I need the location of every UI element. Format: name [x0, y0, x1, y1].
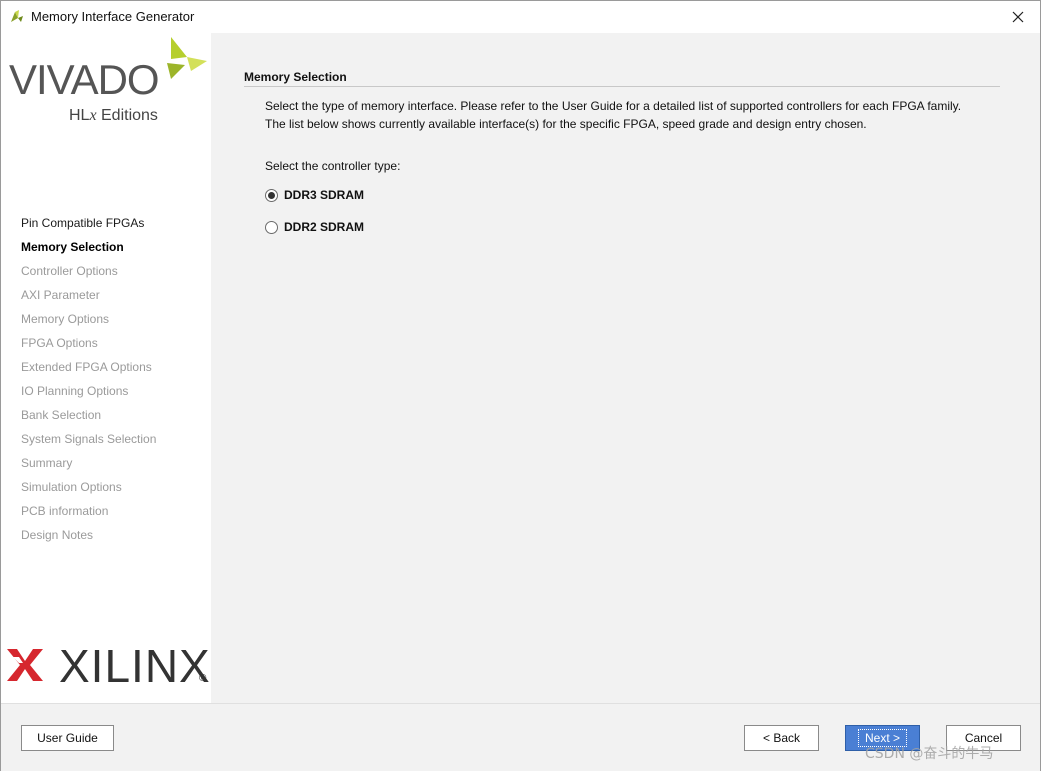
xilinx-logo: XILINX ® [5, 643, 210, 693]
wizard-step-item: Controller Options [21, 264, 118, 278]
xilinx-x-icon [7, 649, 43, 681]
vivado-leaf-icon [167, 37, 207, 79]
watermark: CSDN @奋斗的牛马 [865, 746, 994, 762]
close-button[interactable] [996, 1, 1040, 33]
back-button[interactable]: < Back [744, 725, 819, 751]
radio-label-ddr2: DDR2 SDRAM [284, 220, 365, 234]
wizard-step-item[interactable]: Memory Selection [21, 239, 156, 263]
wizard-step-item: Design Notes [21, 528, 94, 542]
wizard-step-item: Summary [21, 456, 73, 470]
wizard-step-item: Extended FPGA Options [21, 360, 152, 374]
wizard-step-item: AXI Parameter [21, 288, 100, 302]
registered-mark: ® [199, 673, 207, 684]
hlx-prefix: HL [69, 107, 90, 124]
wizard-step-item: PCB information [21, 504, 109, 518]
radio-selected-dot [268, 191, 275, 199]
dialog-window: Memory Interface Generator VIVADO HLx Ed… [0, 0, 1041, 771]
hlx-editions-wordmark: HLx Editions [69, 107, 158, 125]
close-icon [1012, 11, 1024, 23]
wizard-sidebar: VIVADO HLx Editions Pin Compatible FPGAs… [1, 33, 211, 703]
wizard-step-item: Bank Selection [21, 408, 102, 422]
description-line-1: Select the type of memory interface. Ple… [265, 99, 962, 113]
xilinx-wordmark: XILINX [59, 640, 211, 692]
vivado-wordmark: VIVADO [9, 56, 160, 103]
section-title: Memory Selection [244, 70, 347, 84]
radio-label-ddr3: DDR3 SDRAM [284, 188, 365, 202]
controller-type-label: Select the controller type: [265, 159, 401, 173]
wizard-steps-list: Pin Compatible FPGAs Memory Selection Cont… [21, 215, 156, 551]
hlx-suffix: Editions [96, 107, 158, 124]
radio-option-ddr3[interactable]: DDR3 SDRAM [265, 186, 364, 204]
radio-button-ddr2[interactable] [265, 220, 278, 234]
wizard-step-item: Memory Options [21, 312, 110, 326]
vivado-logo: VIVADO HLx Editions [5, 37, 210, 127]
radio-option-ddr2[interactable]: DDR2 SDRAM [265, 218, 364, 236]
title-bar: Memory Interface Generator [1, 1, 1040, 33]
vivado-app-icon [11, 10, 23, 22]
main-content: Memory Selection Select the type of memo… [211, 33, 1040, 703]
wizard-step-item: FPGA Options [21, 336, 98, 350]
wizard-step-item[interactable]: Pin Compatible FPGAs [21, 215, 156, 239]
user-guide-button[interactable]: User Guide [21, 725, 114, 751]
back-label: < Back [762, 731, 801, 745]
hlx-x: x [89, 107, 97, 124]
window-title: Memory Interface Generator [31, 9, 195, 24]
description-line-2: The list below shows currently available… [265, 117, 867, 131]
description: Select the type of memory interface. Ple… [265, 97, 961, 133]
section-divider [244, 86, 1000, 87]
wizard-step-item: System Signals Selection [21, 432, 157, 446]
user-guide-label: User Guide [37, 731, 98, 745]
radio-button-ddr3[interactable] [265, 188, 278, 202]
wizard-step-item: Simulation Options [21, 480, 122, 494]
wizard-step-item: IO Planning Options [21, 384, 129, 398]
